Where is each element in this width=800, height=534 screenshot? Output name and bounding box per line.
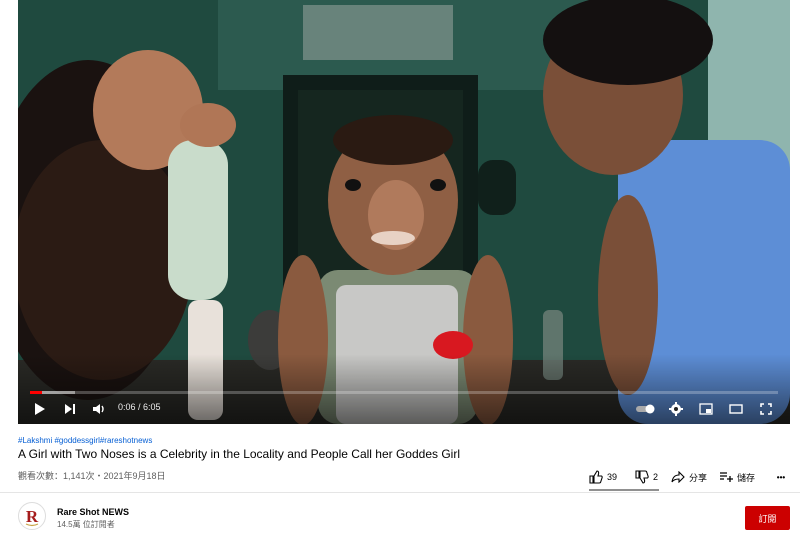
settings-button[interactable] bbox=[666, 398, 686, 420]
time-display: 0:06 / 6:05 bbox=[118, 402, 161, 412]
save-to-playlist-icon bbox=[720, 472, 733, 482]
channel-name[interactable]: Rare Shot NEWS bbox=[57, 507, 129, 517]
divider bbox=[0, 492, 800, 493]
hashtag-link[interactable]: #goddessgirl bbox=[54, 436, 99, 445]
more-actions-button[interactable]: ••• bbox=[771, 473, 791, 482]
miniplayer-button[interactable] bbox=[696, 398, 716, 420]
subscribe-button[interactable]: 訂閱 bbox=[745, 506, 790, 530]
dislike-button[interactable]: 2 bbox=[635, 470, 671, 484]
autoplay-toggle-icon bbox=[636, 404, 655, 414]
settings-icon bbox=[669, 402, 683, 416]
action-bar: 39 2 分享 儲存 ••• bbox=[589, 468, 791, 486]
share-button[interactable]: 分享 bbox=[671, 471, 719, 484]
subscriber-count: 14.5萬 位訂閱者 bbox=[57, 520, 115, 529]
share-label: 分享 bbox=[689, 472, 708, 483]
volume-icon bbox=[93, 404, 104, 414]
miniplayer-icon bbox=[699, 403, 713, 415]
theater-mode-button[interactable] bbox=[726, 398, 746, 420]
next-button[interactable] bbox=[60, 398, 80, 420]
theater-icon bbox=[729, 404, 743, 414]
view-stats: 觀看次數：1,141次・2021年9月18日 bbox=[18, 471, 166, 481]
channel-avatar[interactable]: R bbox=[18, 502, 46, 530]
save-label: 儲存 bbox=[737, 472, 756, 483]
hashtag-link[interactable]: #Lakshmi bbox=[18, 436, 52, 445]
fullscreen-button[interactable] bbox=[756, 398, 776, 420]
thumbs-up-icon bbox=[589, 470, 603, 484]
volume-button[interactable] bbox=[89, 398, 109, 420]
channel-logo-icon: R bbox=[20, 504, 44, 528]
hashtags: #Lakshmi #goddessgirl#rareshotnews bbox=[18, 436, 152, 445]
next-icon bbox=[65, 404, 75, 414]
hashtag-link[interactable]: #rareshotnews bbox=[100, 436, 152, 445]
autoplay-toggle[interactable] bbox=[634, 398, 658, 420]
thumbs-down-icon bbox=[635, 470, 649, 484]
video-player[interactable]: 0:06 / 6:05 bbox=[18, 0, 790, 424]
share-icon bbox=[671, 471, 685, 483]
save-button[interactable]: 儲存 bbox=[719, 471, 771, 484]
progress-played bbox=[30, 391, 42, 394]
more-icon: ••• bbox=[776, 472, 786, 482]
play-button[interactable] bbox=[30, 398, 50, 420]
video-title: A Girl with Two Noses is a Celebrity in … bbox=[18, 447, 460, 461]
svg-text:R: R bbox=[26, 507, 39, 526]
progress-bar[interactable] bbox=[30, 391, 778, 394]
play-icon bbox=[35, 403, 45, 415]
dislike-count: 2 bbox=[653, 472, 659, 482]
like-button[interactable]: 39 bbox=[589, 470, 635, 484]
fullscreen-icon bbox=[760, 403, 772, 415]
like-count: 39 bbox=[607, 472, 618, 482]
rating-underline bbox=[589, 489, 659, 491]
